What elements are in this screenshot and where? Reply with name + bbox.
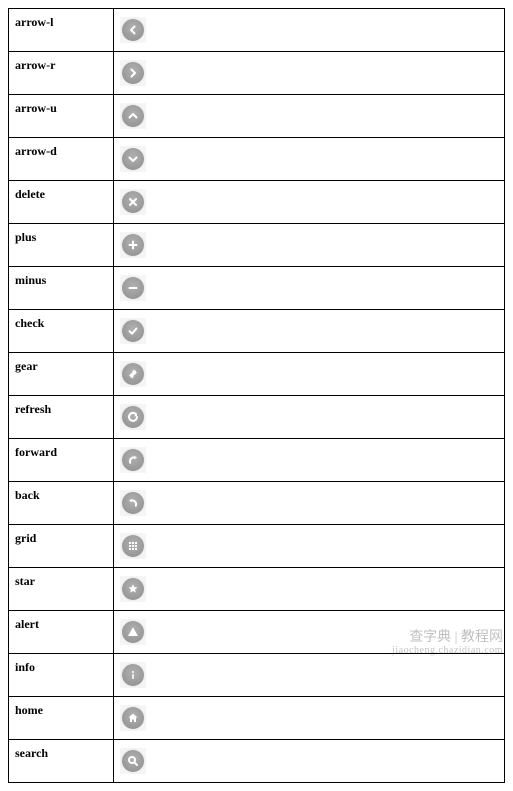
- icon-name-label: back: [9, 482, 114, 525]
- icon-name-label: home: [9, 697, 114, 740]
- table-row: gear: [9, 353, 505, 396]
- icon-name-label: gear: [9, 353, 114, 396]
- table-row: forward: [9, 439, 505, 482]
- icon-preview-cell: [114, 224, 505, 267]
- grid-icon[interactable]: [122, 535, 144, 557]
- refresh-icon[interactable]: [122, 406, 144, 428]
- icon-preview-cell: [114, 52, 505, 95]
- icon-name-label: info: [9, 654, 114, 697]
- icon-preview-cell: [114, 568, 505, 611]
- icon-name-label: arrow-u: [9, 95, 114, 138]
- icon-preview-cell: [114, 353, 505, 396]
- table-row: refresh: [9, 396, 505, 439]
- icon-preview-cell: [114, 138, 505, 181]
- icon-reference-table: arrow-larrow-rarrow-uarrow-ddeleteplusmi…: [8, 8, 505, 783]
- icon-preview-cell: [114, 740, 505, 783]
- table-row: arrow-l: [9, 9, 505, 52]
- table-row: home: [9, 697, 505, 740]
- table-row: arrow-r: [9, 52, 505, 95]
- icon-preview-cell: [114, 654, 505, 697]
- table-row: minus: [9, 267, 505, 310]
- minus-icon[interactable]: [122, 277, 144, 299]
- back-icon[interactable]: [122, 492, 144, 514]
- icon-name-label: refresh: [9, 396, 114, 439]
- table-row: plus: [9, 224, 505, 267]
- table-row: alert: [9, 611, 505, 654]
- table-row: check: [9, 310, 505, 353]
- star-icon[interactable]: [122, 578, 144, 600]
- icon-preview-cell: [114, 697, 505, 740]
- icon-name-label: search: [9, 740, 114, 783]
- icon-preview-cell: [114, 267, 505, 310]
- icon-preview-cell: [114, 9, 505, 52]
- icon-preview-cell: [114, 611, 505, 654]
- arrow-right-icon[interactable]: [122, 62, 144, 84]
- table-row: delete: [9, 181, 505, 224]
- table-row: star: [9, 568, 505, 611]
- icon-name-label: alert: [9, 611, 114, 654]
- table-row: grid: [9, 525, 505, 568]
- arrow-left-icon[interactable]: [122, 19, 144, 41]
- plus-icon[interactable]: [122, 234, 144, 256]
- search-icon[interactable]: [122, 750, 144, 772]
- icon-name-label: plus: [9, 224, 114, 267]
- forward-icon[interactable]: [122, 449, 144, 471]
- icon-preview-cell: [114, 525, 505, 568]
- icon-preview-cell: [114, 95, 505, 138]
- icon-preview-cell: [114, 396, 505, 439]
- arrow-up-icon[interactable]: [122, 105, 144, 127]
- icon-name-label: check: [9, 310, 114, 353]
- icon-name-label: forward: [9, 439, 114, 482]
- icon-preview-cell: [114, 482, 505, 525]
- icon-name-label: arrow-r: [9, 52, 114, 95]
- icon-name-label: delete: [9, 181, 114, 224]
- icon-name-label: arrow-d: [9, 138, 114, 181]
- icon-name-label: minus: [9, 267, 114, 310]
- icon-name-label: arrow-l: [9, 9, 114, 52]
- gear-icon[interactable]: [122, 363, 144, 385]
- table-row: search: [9, 740, 505, 783]
- alert-icon[interactable]: [122, 621, 144, 643]
- table-row: info: [9, 654, 505, 697]
- table-row: back: [9, 482, 505, 525]
- icon-preview-cell: [114, 310, 505, 353]
- icon-preview-cell: [114, 439, 505, 482]
- icon-preview-cell: [114, 181, 505, 224]
- info-icon[interactable]: [122, 664, 144, 686]
- table-row: arrow-d: [9, 138, 505, 181]
- home-icon[interactable]: [122, 707, 144, 729]
- icon-name-label: grid: [9, 525, 114, 568]
- delete-icon[interactable]: [122, 191, 144, 213]
- icon-name-label: star: [9, 568, 114, 611]
- table-row: arrow-u: [9, 95, 505, 138]
- check-icon[interactable]: [122, 320, 144, 342]
- arrow-down-icon[interactable]: [122, 148, 144, 170]
